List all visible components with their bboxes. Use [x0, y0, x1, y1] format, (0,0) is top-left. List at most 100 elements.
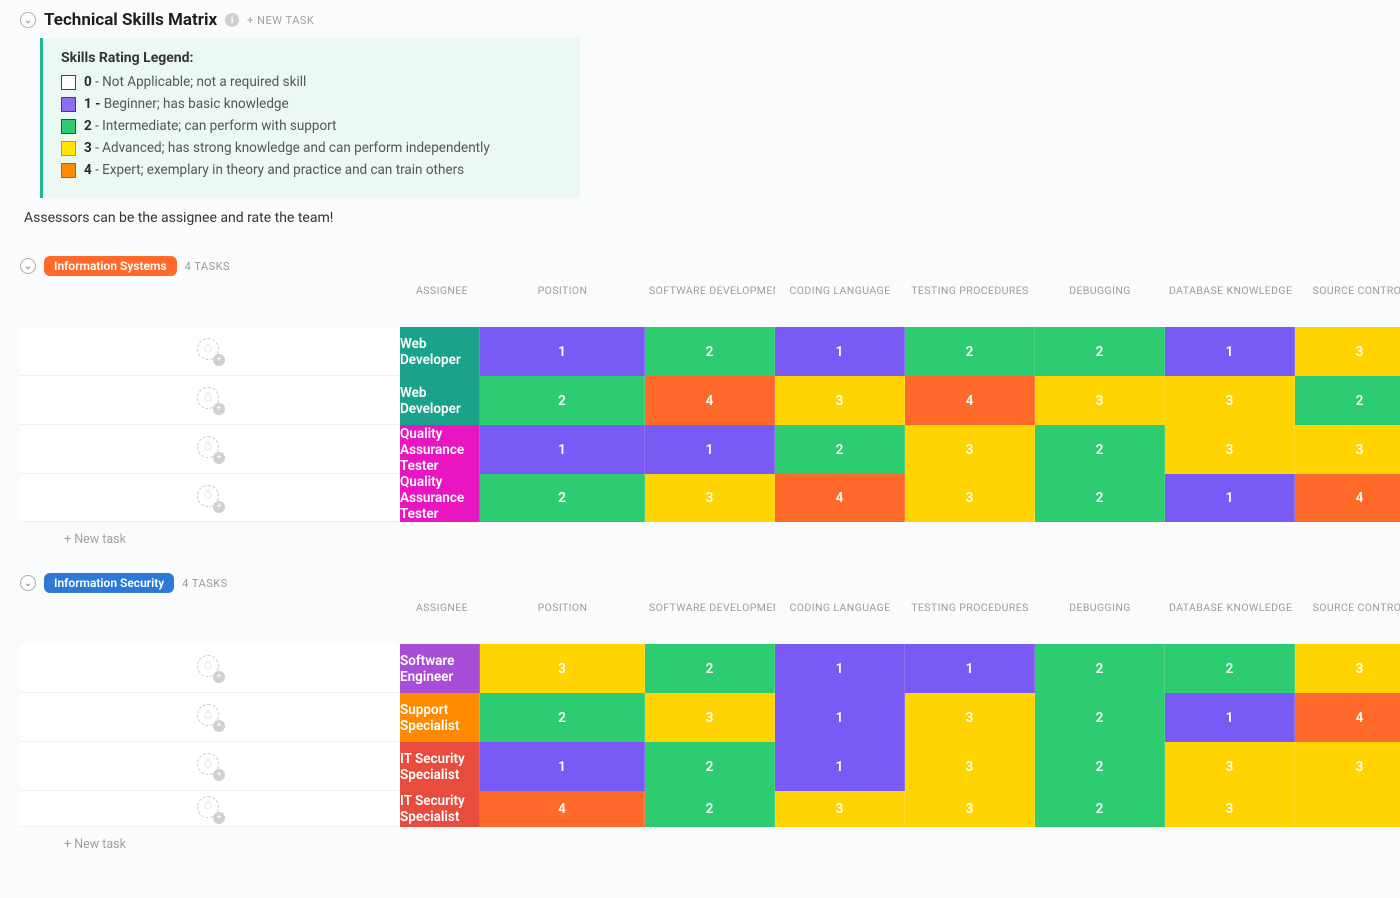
score-cell[interactable]: 1 — [480, 425, 645, 474]
score-cell[interactable]: 2 — [1035, 474, 1165, 522]
score-cell[interactable]: 4 — [905, 376, 1035, 425]
assignee-icon[interactable]: ⍥+ — [197, 704, 223, 730]
score-cell[interactable]: 3 — [775, 376, 905, 425]
score-cell[interactable]: 2 — [1035, 742, 1165, 791]
assignee-cell[interactable]: ⍥+ — [20, 693, 400, 742]
group-pill[interactable]: Information Security — [44, 573, 174, 593]
assignee-icon[interactable]: ⍥+ — [197, 796, 223, 822]
new-task-button[interactable]: + NEW TASK — [247, 14, 314, 27]
group-collapse-icon[interactable]: ⌄ — [20, 258, 36, 274]
score-cell[interactable]: 3 — [905, 791, 1035, 827]
assignee-cell[interactable]: ⍥+ — [20, 644, 400, 693]
column-header[interactable]: SOFTWARE DEVELOPMENT — [645, 595, 775, 644]
column-header[interactable]: DEBUGGING — [1035, 278, 1165, 327]
assignee-cell[interactable]: ⍥+ — [20, 425, 400, 474]
score-cell[interactable]: 3 — [775, 791, 905, 827]
assignee-cell[interactable]: ⍥+ — [20, 327, 400, 376]
group-collapse-icon[interactable]: ⌄ — [20, 575, 36, 591]
score-cell[interactable] — [1295, 791, 1400, 827]
score-cell[interactable]: 2 — [905, 327, 1035, 376]
score-cell[interactable]: 4 — [1295, 474, 1400, 522]
score-cell[interactable]: 2 — [645, 742, 775, 791]
score-cell[interactable]: 3 — [905, 742, 1035, 791]
column-header[interactable]: POSITION — [480, 595, 645, 644]
new-task-row[interactable]: + New task — [20, 827, 1400, 856]
score-cell[interactable]: 2 — [645, 327, 775, 376]
assignee-icon[interactable]: ⍥+ — [197, 753, 223, 779]
column-header[interactable]: ASSIGNEE — [400, 278, 480, 327]
score-cell[interactable]: 3 — [1165, 376, 1295, 425]
position-cell[interactable]: IT Security Specialist — [400, 791, 480, 827]
assignee-cell[interactable]: ⍥+ — [20, 474, 400, 522]
score-cell[interactable]: 2 — [1035, 791, 1165, 827]
score-cell[interactable]: 2 — [1035, 644, 1165, 693]
score-cell[interactable]: 1 — [775, 742, 905, 791]
score-cell[interactable]: 1 — [1165, 327, 1295, 376]
column-header[interactable]: TESTING PROCEDURES — [905, 278, 1035, 327]
column-header[interactable]: SOURCE CONTROL — [1295, 278, 1400, 327]
score-cell[interactable]: 3 — [1295, 425, 1400, 474]
column-header[interactable]: ASSIGNEE — [400, 595, 480, 644]
position-cell[interactable]: Support Specialist — [400, 693, 480, 742]
column-header[interactable]: CODING LANGUAGE — [775, 278, 905, 327]
score-cell[interactable]: 3 — [480, 644, 645, 693]
score-cell[interactable]: 2 — [1295, 376, 1400, 425]
column-header[interactable]: POSITION — [480, 278, 645, 327]
score-cell[interactable]: 1 — [905, 644, 1035, 693]
score-cell[interactable]: 1 — [775, 693, 905, 742]
assignee-icon[interactable]: ⍥+ — [197, 338, 223, 364]
position-cell[interactable]: Software Engineer — [400, 644, 480, 693]
score-cell[interactable]: 2 — [1035, 425, 1165, 474]
score-cell[interactable]: 4 — [775, 474, 905, 522]
position-cell[interactable]: Quality Assurance Tester — [400, 474, 480, 522]
score-cell[interactable]: 2 — [480, 376, 645, 425]
collapse-icon[interactable]: ⌄ — [20, 12, 36, 28]
score-cell[interactable]: 3 — [905, 474, 1035, 522]
group-pill[interactable]: Information Systems — [44, 256, 177, 276]
score-cell[interactable]: 3 — [1165, 425, 1295, 474]
score-cell[interactable]: 4 — [480, 791, 645, 827]
score-cell[interactable]: 1 — [775, 327, 905, 376]
score-cell[interactable]: 3 — [1295, 644, 1400, 693]
assignee-icon[interactable]: ⍥+ — [197, 436, 223, 462]
position-cell[interactable]: Web Developer — [400, 327, 480, 376]
column-header[interactable]: TESTING PROCEDURES — [905, 595, 1035, 644]
assignee-icon[interactable]: ⍥+ — [197, 387, 223, 413]
score-cell[interactable]: 2 — [1035, 693, 1165, 742]
score-cell[interactable]: 2 — [645, 644, 775, 693]
score-cell[interactable]: 2 — [775, 425, 905, 474]
position-cell[interactable]: IT Security Specialist — [400, 742, 480, 791]
score-cell[interactable]: 3 — [1165, 742, 1295, 791]
score-cell[interactable]: 3 — [1035, 376, 1165, 425]
score-cell[interactable]: 3 — [905, 425, 1035, 474]
score-cell[interactable]: 1 — [1165, 474, 1295, 522]
score-cell[interactable]: 2 — [1035, 327, 1165, 376]
column-header[interactable]: DATABASE KNOWLEDGE — [1165, 278, 1295, 327]
score-cell[interactable]: 2 — [480, 693, 645, 742]
score-cell[interactable]: 3 — [1295, 327, 1400, 376]
score-cell[interactable]: 2 — [1165, 644, 1295, 693]
score-cell[interactable]: 1 — [480, 327, 645, 376]
score-cell[interactable]: 4 — [1295, 693, 1400, 742]
position-cell[interactable]: Web Developer — [400, 376, 480, 425]
column-header[interactable]: DATABASE KNOWLEDGE — [1165, 595, 1295, 644]
assignee-cell[interactable]: ⍥+ — [20, 791, 400, 827]
score-cell[interactable]: 3 — [645, 693, 775, 742]
column-header[interactable]: CODING LANGUAGE — [775, 595, 905, 644]
assignee-cell[interactable]: ⍥+ — [20, 376, 400, 425]
info-icon[interactable]: i — [225, 13, 239, 27]
column-header[interactable]: DEBUGGING — [1035, 595, 1165, 644]
score-cell[interactable]: 1 — [775, 644, 905, 693]
assignee-cell[interactable]: ⍥+ — [20, 742, 400, 791]
score-cell[interactable]: 1 — [645, 425, 775, 474]
score-cell[interactable]: 1 — [480, 742, 645, 791]
score-cell[interactable]: 2 — [480, 474, 645, 522]
score-cell[interactable]: 3 — [645, 474, 775, 522]
assignee-icon[interactable]: ⍥+ — [197, 655, 223, 681]
assignee-icon[interactable]: ⍥+ — [197, 485, 223, 511]
column-header[interactable]: SOURCE CONTROL — [1295, 595, 1400, 644]
score-cell[interactable]: 1 — [1165, 693, 1295, 742]
score-cell[interactable]: 3 — [1295, 742, 1400, 791]
score-cell[interactable]: 3 — [905, 693, 1035, 742]
position-cell[interactable]: Quality Assurance Tester — [400, 425, 480, 474]
